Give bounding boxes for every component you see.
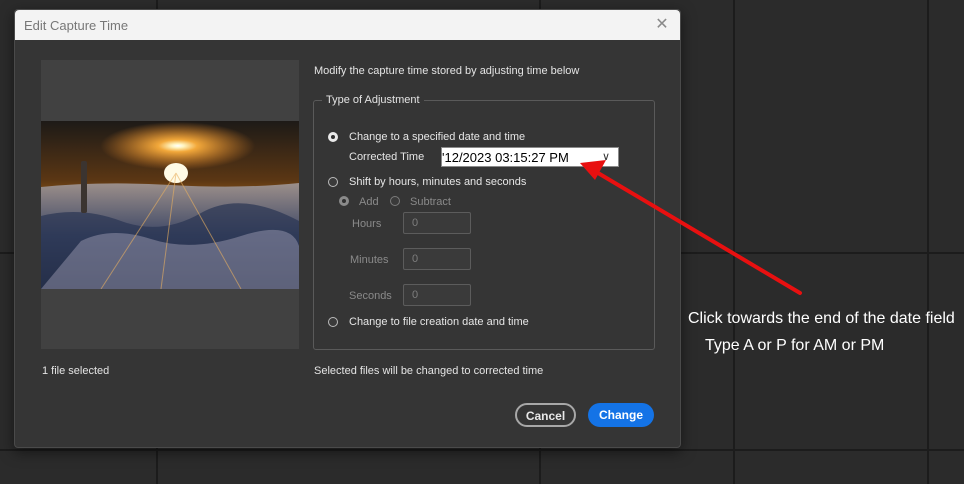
red-arrow-annotation [580, 160, 802, 295]
annotation-text: Click towards the end of the date field … [688, 305, 955, 359]
annotation-line-1: Click towards the end of the date field [688, 310, 955, 327]
annotation-line-2: Type A or P for AM or PM [705, 337, 885, 354]
